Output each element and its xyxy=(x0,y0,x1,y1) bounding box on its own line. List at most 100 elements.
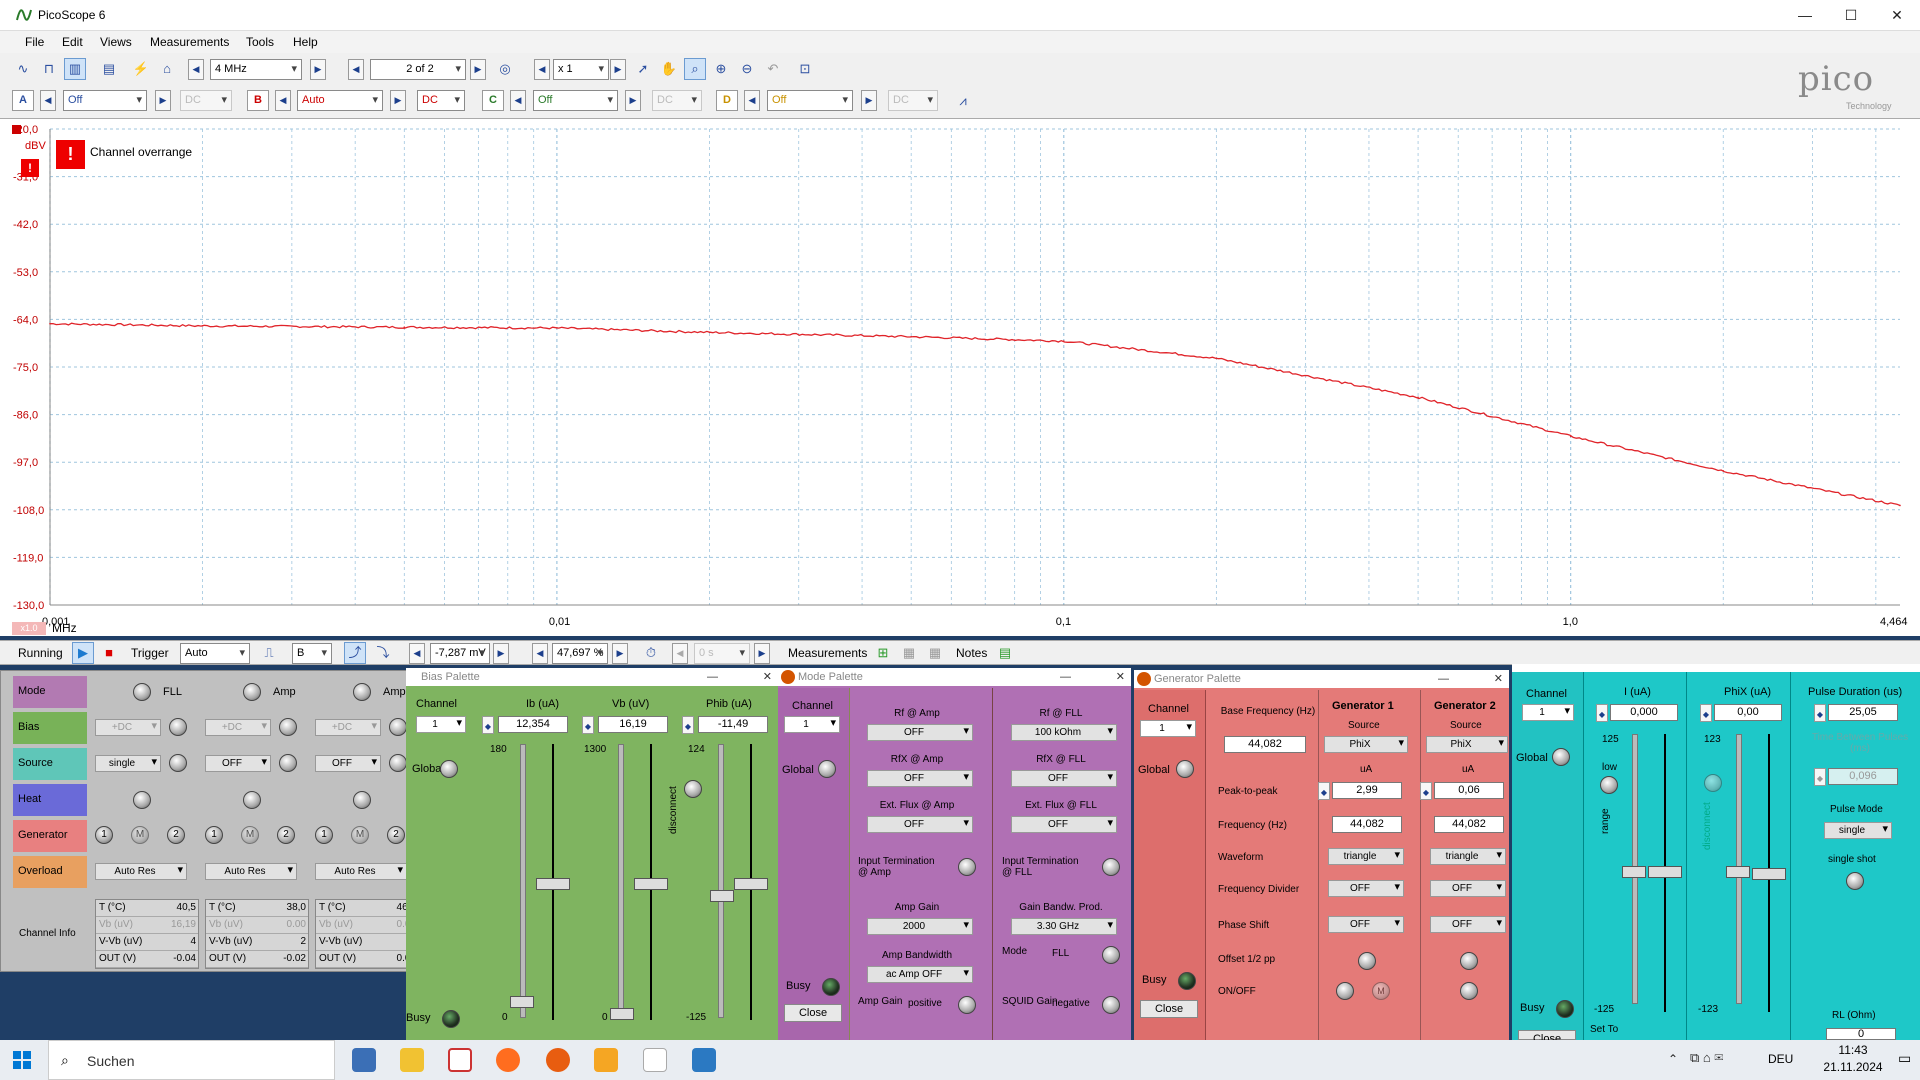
channel-d-label[interactable]: D xyxy=(716,90,738,111)
gen1-spin[interactable]: ◆ xyxy=(1318,782,1330,800)
ch3-bias-knob[interactable] xyxy=(389,718,407,736)
mode-left-select-0[interactable]: OFF xyxy=(867,724,973,741)
gen1-onoff-knob[interactable] xyxy=(1336,982,1354,1000)
phib-slider-track[interactable] xyxy=(718,744,724,1018)
zoom-out-icon[interactable]: ⊖ xyxy=(736,58,758,80)
phib-slider-thumb[interactable] xyxy=(710,890,734,902)
channel-a-prev-button[interactable]: ◀ xyxy=(40,90,56,111)
channel-b-label[interactable]: B xyxy=(247,90,269,111)
level-prev-button[interactable]: ◀ xyxy=(409,643,425,664)
mode-right-knob-6[interactable] xyxy=(1102,996,1120,1014)
auto-setup-icon[interactable]: ⚡ xyxy=(130,58,152,80)
ib-slider-track[interactable] xyxy=(520,744,526,1018)
mode-left-knob-6[interactable] xyxy=(958,996,976,1014)
channel-c-next-button[interactable]: ▶ xyxy=(625,90,641,111)
gen1-select-2[interactable]: triangle xyxy=(1328,848,1404,865)
mode-left-select-5[interactable]: ac Amp OFF xyxy=(867,966,973,983)
ch2-overload-select[interactable]: Auto Res xyxy=(205,863,297,880)
ch1-bias-knob[interactable] xyxy=(169,718,187,736)
firefox-icon[interactable] xyxy=(496,1048,520,1072)
gen1-value-1[interactable]: 44,082 xyxy=(1332,816,1402,833)
language-indicator[interactable]: DEU xyxy=(1768,1052,1793,1066)
level-next-button[interactable]: ▶ xyxy=(493,643,509,664)
ib-slider-thumb[interactable] xyxy=(510,996,534,1008)
gen1-value-0[interactable]: 2,99 xyxy=(1332,782,1402,799)
search-box[interactable]: ⌕ Suchen xyxy=(48,1040,335,1080)
mode-right-knob-3[interactable] xyxy=(1102,858,1120,876)
pretrigger-next-button[interactable]: ▶ xyxy=(612,643,628,664)
run-button[interactable]: ▶ xyxy=(72,642,94,664)
zoom-next-button[interactable]: ▶ xyxy=(610,59,626,80)
gen-close-button[interactable]: Close xyxy=(1140,1000,1198,1018)
ch2-source-select[interactable]: OFF xyxy=(205,755,271,772)
gen2-offset-knob[interactable] xyxy=(1460,952,1478,970)
menu-views[interactable]: Views xyxy=(100,35,132,49)
ch3-bias-select[interactable]: +DC xyxy=(315,719,381,736)
ch1-heat-knob[interactable] xyxy=(133,791,151,809)
phix-disconnect-knob[interactable] xyxy=(1704,774,1722,792)
ch1-gen1-knob[interactable]: 1 xyxy=(95,826,113,844)
ch1-source-select[interactable]: single xyxy=(95,755,161,772)
app-icon[interactable] xyxy=(448,1048,472,1072)
ch1-source-knob[interactable] xyxy=(169,754,187,772)
clock-time[interactable]: 11:43 xyxy=(1820,1043,1886,1057)
i-slider-thumb[interactable] xyxy=(1622,866,1646,878)
channel-b-prev-button[interactable]: ◀ xyxy=(275,90,291,111)
single-shot-knob[interactable] xyxy=(1846,872,1864,890)
bias-channel-select[interactable]: 1 xyxy=(416,716,466,733)
ch3-mode-knob[interactable] xyxy=(353,683,371,701)
ib-range-thumb[interactable] xyxy=(536,878,570,890)
channel-a-range[interactable]: Off xyxy=(63,90,147,111)
mode-channel-select[interactable]: 1 xyxy=(784,716,840,733)
vb-slider-thumb[interactable] xyxy=(610,1008,634,1020)
base-frequency-input[interactable]: 44,082 xyxy=(1224,736,1306,753)
zoom-fit-icon[interactable]: ⊡ xyxy=(794,58,816,80)
capture-next-button[interactable]: ▶ xyxy=(470,59,486,80)
rl-input[interactable]: 0 xyxy=(1826,1028,1896,1040)
channel-c-range[interactable]: Off xyxy=(533,90,618,111)
mode-left-select-4[interactable]: 2000 xyxy=(867,918,973,935)
persistence-mode-icon[interactable]: ⊓ xyxy=(38,58,60,80)
gen-m-knob[interactable]: M xyxy=(1372,982,1390,1000)
app2-icon[interactable] xyxy=(546,1048,570,1072)
channel-c-prev-button[interactable]: ◀ xyxy=(510,90,526,111)
trigger-delay[interactable]: 0 s xyxy=(694,643,750,664)
i-range-thumb[interactable] xyxy=(1648,866,1682,878)
gen1-select-4[interactable]: OFF xyxy=(1328,916,1404,933)
buffer-navigator-icon[interactable]: ◎ xyxy=(494,58,516,80)
gen2-value-1[interactable]: 44,082 xyxy=(1434,816,1504,833)
spectrum-mode-icon[interactable]: ▥ xyxy=(64,58,86,80)
signal-generator-icon[interactable]: ⩘ xyxy=(952,90,974,112)
channel-d-prev-button[interactable]: ◀ xyxy=(744,90,760,111)
ib-spin[interactable]: ◆ xyxy=(482,716,494,734)
channel-c-coupling[interactable]: DC xyxy=(652,90,702,111)
vb-input[interactable]: 16,19 xyxy=(598,716,668,733)
pulse-mode-select[interactable]: single xyxy=(1824,822,1892,839)
channel-c-label[interactable]: C xyxy=(482,90,504,111)
mode-right-knob-5[interactable] xyxy=(1102,946,1120,964)
ch3-gen2-knob[interactable]: 2 xyxy=(387,826,405,844)
phix-slider-thumb[interactable] xyxy=(1726,866,1750,878)
channel-b-coupling[interactable]: DC xyxy=(417,90,465,111)
close-button[interactable]: ✕ xyxy=(1874,0,1920,31)
ch2-bias-knob[interactable] xyxy=(279,718,297,736)
zoom-tool-icon[interactable]: ⌕ xyxy=(684,58,706,80)
ch3-source-knob[interactable] xyxy=(389,754,407,772)
home-icon[interactable]: ⌂ xyxy=(156,58,178,80)
pretrigger-percent[interactable]: 47,697 % xyxy=(552,643,608,664)
ch3-gen1-knob[interactable]: 1 xyxy=(315,826,333,844)
spectrum-view-icon[interactable]: ▤ xyxy=(98,58,120,80)
tbp-spin[interactable]: ◆ xyxy=(1814,768,1826,786)
falling-edge-icon[interactable]: ⤵ xyxy=(372,642,394,664)
undo-zoom-icon[interactable]: ↶ xyxy=(762,58,784,80)
ch3-overload-select[interactable]: Auto Res xyxy=(315,863,407,880)
i-low-knob[interactable] xyxy=(1600,776,1618,794)
task-view-icon[interactable] xyxy=(352,1048,376,1072)
rising-edge-icon[interactable]: ⤴ xyxy=(344,642,366,664)
mode-right-select-4[interactable]: 3.30 GHz xyxy=(1011,918,1117,935)
timebase-prev-button[interactable]: ◀ xyxy=(188,59,204,80)
menu-file[interactable]: File xyxy=(25,35,44,49)
phix-range-thumb[interactable] xyxy=(1752,868,1786,880)
timebase-select[interactable]: 4 MHz xyxy=(210,59,302,80)
notes-icon[interactable]: ▤ xyxy=(994,642,1016,664)
